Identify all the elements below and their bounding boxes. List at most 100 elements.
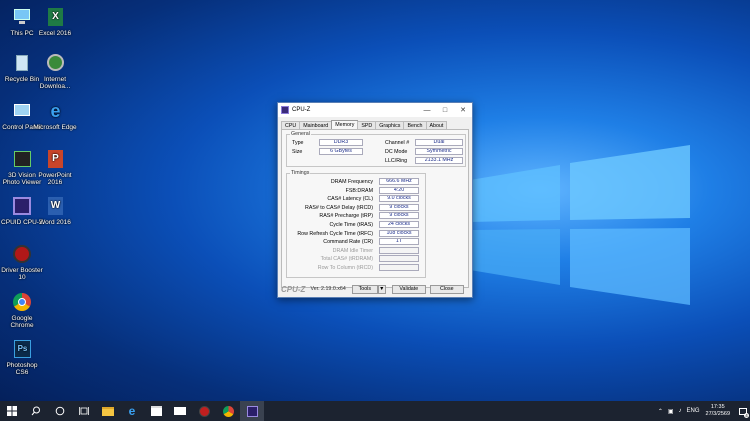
general-group: General Type DDR3 Size 6 GBytes Channel …: [286, 131, 466, 167]
taskbar: e ⌃ ▣ ♪ ENG 17:35 27/3/2569 4: [0, 401, 750, 421]
control-panel-icon: [11, 100, 33, 122]
photoshop-icon: Ps: [11, 338, 33, 360]
cortana-button[interactable]: [48, 401, 72, 421]
desktop-icon-excel[interactable]: X Excel 2016: [33, 6, 77, 37]
taskbar-chrome[interactable]: [216, 401, 240, 421]
clock-date: 27/3/2569: [705, 411, 730, 417]
desktop-icon-label: Internet Downloa...: [39, 76, 71, 90]
timing-label: DRAM Frequency: [330, 179, 373, 185]
desktop-icon-powerpoint[interactable]: P PowerPoint 2016: [33, 148, 77, 186]
type-value: DDR3: [319, 139, 363, 146]
desktop-icon-chrome[interactable]: Google Chrome: [0, 291, 44, 329]
timing-label: Cycle Time (tRAS): [329, 222, 373, 228]
timing-value: 9 clocks: [379, 203, 419, 211]
timing-value: [379, 255, 419, 263]
folder-icon: [102, 406, 114, 416]
driver-booster-icon: [11, 243, 33, 265]
size-label: Size: [292, 149, 303, 155]
validate-button[interactable]: Validate: [391, 284, 426, 294]
excel-icon: X: [44, 6, 66, 28]
edge-icon: e: [128, 404, 136, 418]
search-button[interactable]: [24, 401, 48, 421]
desktop-icon-photoshop[interactable]: Ps Photoshop CS6: [0, 338, 44, 376]
language-indicator[interactable]: ENG: [687, 408, 700, 414]
chrome-icon: [222, 405, 234, 417]
cpuz-icon: [11, 195, 33, 217]
volume-icon[interactable]: ♪: [679, 408, 682, 414]
version-label: Ver. 2.19.0.x64: [310, 286, 346, 292]
mail-icon: [174, 407, 186, 415]
llc-ring-label: LLC/Ring: [385, 158, 408, 164]
desktop-icon-internet-download[interactable]: Internet Downloa...: [33, 52, 77, 90]
minimize-button[interactable]: —: [418, 103, 436, 117]
maximize-button[interactable]: □: [436, 103, 454, 117]
chevron-up-icon[interactable]: ⌃: [658, 408, 663, 415]
timing-label: RAS# to CAS# Delay (tRCD): [305, 204, 373, 211]
start-button[interactable]: [0, 401, 24, 421]
window-title: CPU-Z: [292, 107, 311, 113]
timing-value: 9.0 clocks: [379, 195, 419, 203]
desktop-icon-word[interactable]: W Word 2016: [33, 195, 77, 226]
windows-icon: [7, 406, 17, 416]
desktop-icon-label: Photoshop CS6: [6, 362, 38, 376]
dc-mode-value: Symmetric: [415, 148, 463, 155]
title-bar[interactable]: CPU-Z — □ ✕: [278, 103, 472, 117]
tools-button[interactable]: Tools: [351, 284, 378, 294]
task-view-button[interactable]: [72, 401, 96, 421]
timing-value: 9 clocks: [379, 212, 419, 220]
timing-value: 108 clocks: [379, 229, 419, 237]
validate-button-label: Validate: [399, 286, 419, 292]
general-group-title: General: [290, 131, 311, 137]
cpuz-brand: CPU-Z: [281, 284, 306, 294]
desktop-icon-label: Driver Booster 10: [1, 267, 43, 281]
desktop-icon-label: PowerPoint 2016: [38, 172, 72, 186]
chevron-down-icon: ▼: [379, 286, 385, 292]
desktop-icon-edge[interactable]: e Microsoft Edge: [33, 100, 77, 131]
notification-count: 4: [744, 413, 749, 418]
timing-label: Command Rate (CR): [323, 239, 373, 246]
tools-dropdown-button[interactable]: ▼: [377, 284, 386, 294]
timing-value: 1T: [379, 238, 419, 246]
taskbar-store[interactable]: [144, 401, 168, 421]
powerpoint-icon: P: [44, 148, 66, 170]
channel-value: Dual: [415, 139, 463, 146]
timing-label: Row To Column (tRCD): [317, 265, 373, 271]
desktop-icon-label: Microsoft Edge: [33, 124, 77, 131]
chrome-icon: [11, 291, 33, 313]
taskbar-cpuz[interactable]: [240, 401, 264, 421]
channel-label: Channel #: [385, 140, 410, 146]
llc-ring-value: 2133.1 MHz: [415, 157, 463, 164]
taskbar-mail[interactable]: [168, 401, 192, 421]
store-icon: [150, 406, 162, 416]
desktop-icon-label: Excel 2016: [38, 30, 72, 37]
timing-value: 4:20: [379, 186, 419, 194]
timing-value: [379, 264, 419, 271]
desktop-icon-label: Google Chrome: [10, 315, 34, 329]
timings-group: Timings DRAM Frequency 666.6 MHz FSB:DRAM 4…: [286, 170, 426, 278]
edge-icon: e: [50, 101, 61, 121]
internet-download-icon: [44, 52, 66, 74]
windows-wallpaper-logo: [470, 145, 690, 305]
cpuz-icon: [246, 405, 258, 417]
timings-group-title: Timings: [290, 170, 311, 176]
close-window-button[interactable]: ✕: [454, 103, 472, 117]
network-icon[interactable]: ▣: [668, 408, 674, 415]
clock[interactable]: 17:35 27/3/2569: [706, 404, 730, 418]
system-tray: ⌃ ▣ ♪ ENG 17:35 27/3/2569 4: [658, 401, 750, 421]
this-pc-icon: [11, 6, 33, 28]
close-button[interactable]: Close: [429, 284, 464, 294]
size-value: 6 GBytes: [319, 148, 363, 155]
timing-label: FSB:DRAM: [345, 187, 373, 194]
notification-button[interactable]: 4: [736, 401, 750, 421]
desktop-icon-driver-booster[interactable]: Driver Booster 10: [0, 243, 44, 281]
taskbar-file-explorer[interactable]: [96, 401, 120, 421]
dc-mode-label: DC Mode: [385, 149, 408, 155]
task-view-icon: [79, 407, 89, 415]
taskbar-driver-booster[interactable]: [192, 401, 216, 421]
taskbar-edge[interactable]: e: [120, 401, 144, 421]
timing-value: 24 clocks: [379, 221, 419, 228]
timing-label: Row Refresh Cycle Time (tRFC): [297, 230, 373, 237]
recycle-bin-icon: [11, 52, 33, 74]
cortana-icon: [55, 406, 65, 416]
footer-bar: CPU-Z Ver. 2.19.0.x64 Tools ▼ Validate C…: [281, 283, 469, 295]
